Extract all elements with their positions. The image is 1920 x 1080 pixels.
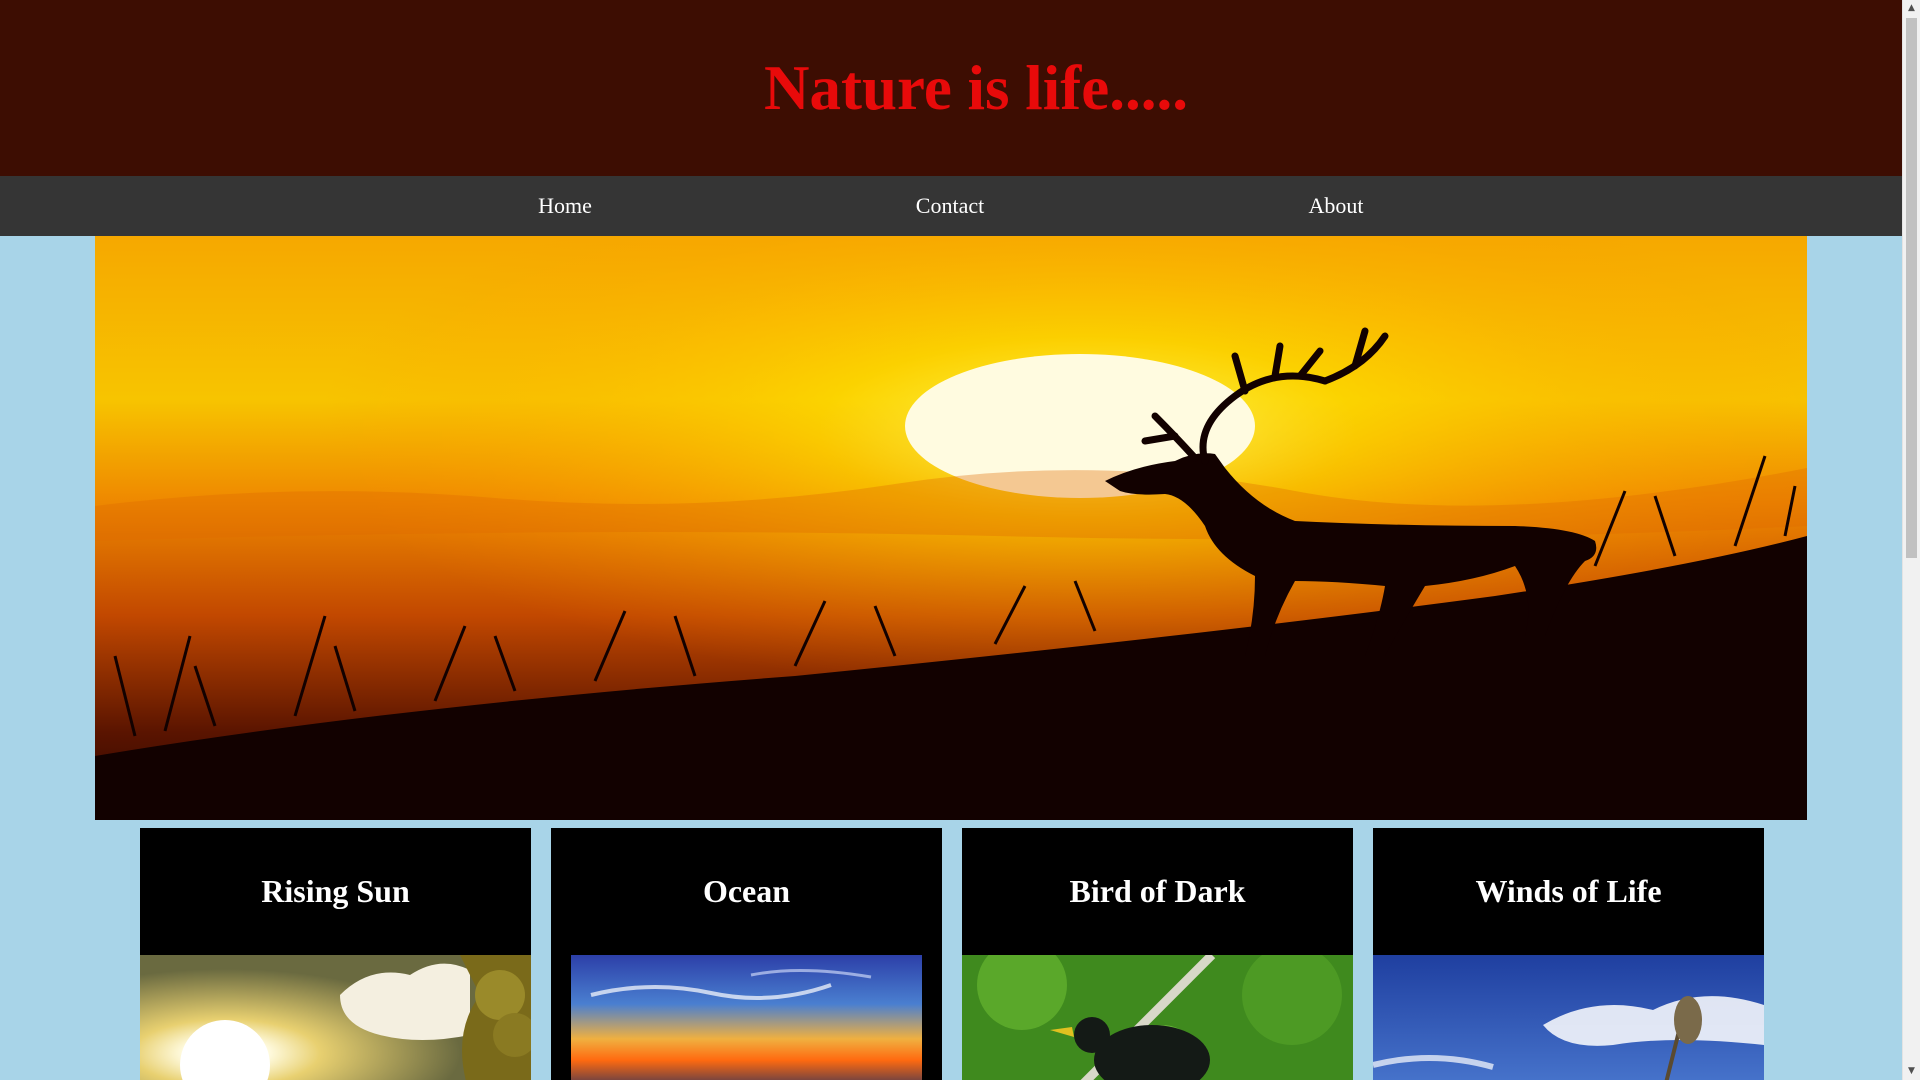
nav-link-contact[interactable]: Contact xyxy=(916,176,984,236)
triangle-up-icon[interactable]: ▲ xyxy=(1903,0,1920,17)
ocean-image xyxy=(571,955,922,1080)
nav-link-about[interactable]: About xyxy=(1309,176,1364,236)
vertical-scrollbar[interactable]: ▲ ▼ xyxy=(1902,0,1920,1080)
triangle-down-icon[interactable]: ▼ xyxy=(1903,1063,1920,1080)
page: Nature is life..... Home Contact About R… xyxy=(0,0,1902,1080)
winds-image xyxy=(1373,955,1764,1080)
rising-sun-image xyxy=(140,955,531,1080)
site-title: Nature is life..... xyxy=(763,53,1189,123)
hero-image xyxy=(95,236,1807,820)
card-title: Rising Sun xyxy=(261,873,410,909)
nav-link-home[interactable]: Home xyxy=(538,176,592,236)
deer-sunset-image xyxy=(95,236,1807,820)
card-title: Bird of Dark xyxy=(1069,873,1246,909)
card-ocean: Ocean xyxy=(551,828,942,1080)
main-nav: Home Contact About xyxy=(0,176,1902,236)
card-winds-of-life: Winds of Life xyxy=(1373,828,1764,1080)
bird-image xyxy=(962,955,1353,1080)
browser-viewport: Nature is life..... Home Contact About R… xyxy=(0,0,1920,1080)
card-bird-of-dark: Bird of Dark xyxy=(962,828,1353,1080)
card-title: Winds of Life xyxy=(1475,873,1662,909)
card-rising-sun: Rising Sun xyxy=(140,828,531,1080)
site-header: Nature is life..... xyxy=(0,0,1902,176)
card-title: Ocean xyxy=(702,873,791,909)
scrollbar-thumb[interactable] xyxy=(1906,18,1917,558)
